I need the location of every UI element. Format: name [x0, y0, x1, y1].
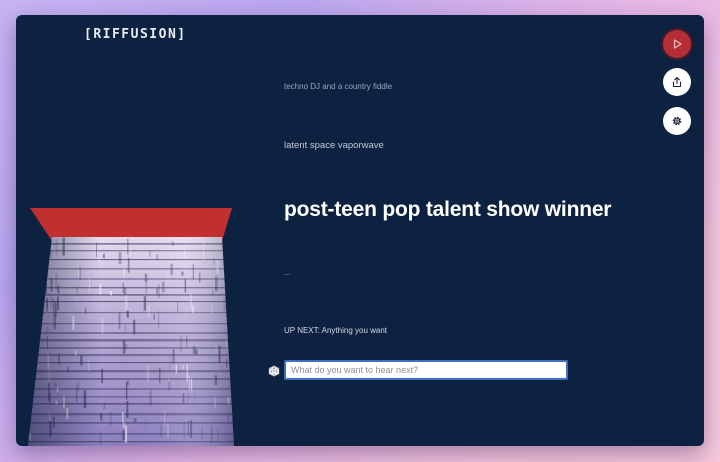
prompt-history-1: latent space vaporwave — [284, 140, 384, 151]
spectrogram-visual — [28, 208, 234, 446]
prompt-input[interactable] — [284, 360, 568, 380]
prompt-history-2: techno DJ and a country fiddle — [284, 82, 393, 91]
current-prompt: post-teen pop talent show winner — [284, 198, 612, 221]
app-window: [RIFFUSION] techno DJ and a country fidd… — [16, 15, 704, 446]
prompt-next-placeholder: ... — [284, 268, 291, 277]
play-icon — [673, 39, 682, 49]
dice-icon — [268, 365, 280, 377]
share-button[interactable] — [663, 68, 691, 96]
share-icon — [672, 76, 682, 88]
settings-button[interactable] — [663, 107, 691, 135]
gear-icon — [672, 116, 682, 126]
logo: [RIFFUSION] — [84, 27, 187, 42]
play-button[interactable] — [663, 30, 691, 58]
up-next-label: UP NEXT: Anything you want — [284, 326, 388, 335]
random-prompt-button[interactable] — [267, 364, 281, 378]
spectrogram-top-band — [30, 208, 232, 241]
